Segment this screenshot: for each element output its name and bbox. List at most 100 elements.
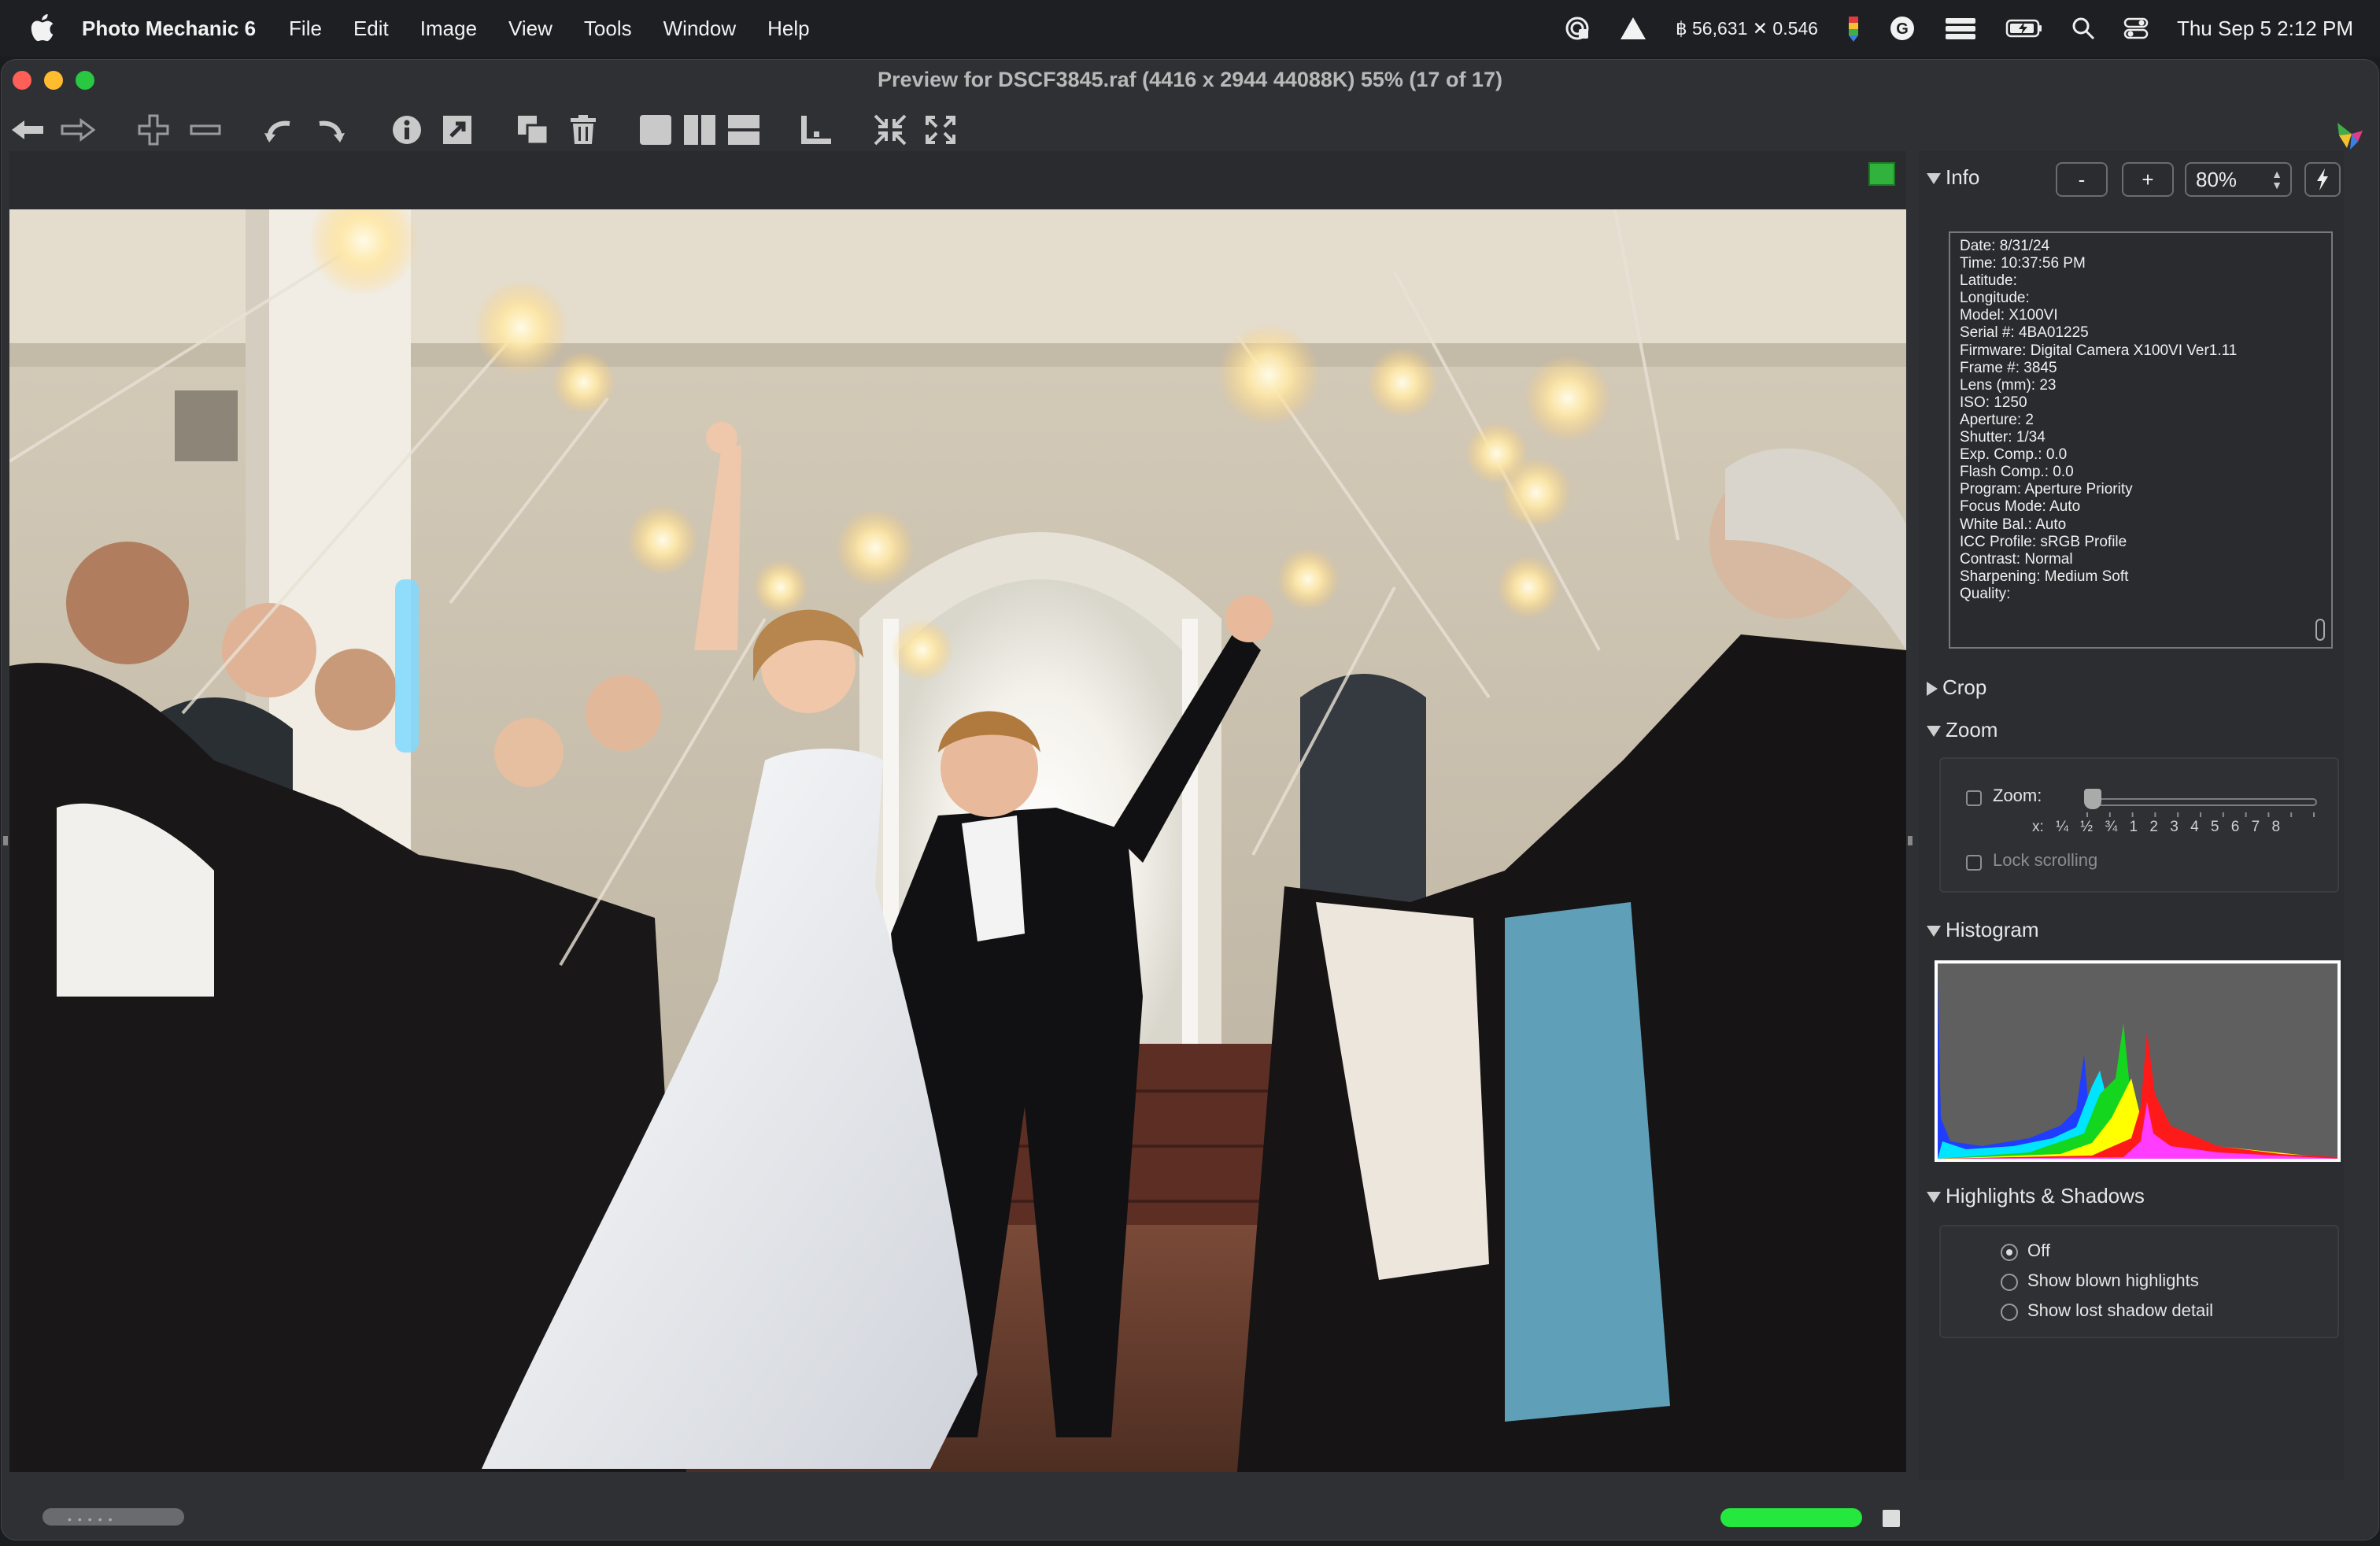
open-external-button[interactable] xyxy=(436,109,479,151)
histogram-section-title: Histogram xyxy=(1946,918,2039,941)
single-view-icon xyxy=(640,115,671,145)
info-button[interactable] xyxy=(386,109,428,151)
info-zoom-in-button[interactable]: + xyxy=(2122,162,2174,197)
rotate-right-button[interactable] xyxy=(309,109,351,151)
zoom-scale-6: 6 xyxy=(2230,819,2240,835)
plus-icon xyxy=(138,114,169,146)
resize-corner[interactable] xyxy=(1883,1510,1900,1527)
highlights-section-title: Highlights & Shadows xyxy=(1946,1184,2145,1208)
zoom-section-header[interactable]: Zoom xyxy=(1927,718,1998,742)
zoom-percent-value: 80% xyxy=(2196,168,2238,191)
apple-icon[interactable] xyxy=(30,14,55,43)
metadata-line: Flash Comp.: 0.0 xyxy=(1960,464,2074,481)
menu-image[interactable]: Image xyxy=(420,17,477,41)
metadata-line: ISO: 1250 xyxy=(1960,394,2027,411)
single-view-button[interactable] xyxy=(634,109,677,151)
window-title: Preview for DSCF3845.raf (4416 x 2944 44… xyxy=(878,68,1502,91)
info-section-header[interactable]: Info xyxy=(1927,165,1979,190)
radio-off[interactable] xyxy=(2001,1244,2018,1261)
zoom-slider-knob[interactable] xyxy=(2084,789,2101,809)
radio-show-lost-shadow-detail[interactable] xyxy=(2001,1304,2018,1321)
trash-icon xyxy=(571,115,596,144)
zoom-percent-select[interactable]: 80% ▲ ▼ xyxy=(2185,162,2292,197)
photo-preview-image[interactable] xyxy=(9,209,1906,1472)
menu-window[interactable]: Window xyxy=(663,17,736,41)
arrow-right-icon xyxy=(61,118,95,142)
previous-photo-button[interactable] xyxy=(6,109,49,151)
drive-stack-icon[interactable] xyxy=(1944,17,1977,40)
color-class-tag[interactable] xyxy=(1868,162,1895,186)
menu-file[interactable]: File xyxy=(289,17,322,41)
radio-show-blown-highlights-label[interactable]: Show blown highlights xyxy=(2027,1270,2199,1291)
lock-scrolling-checkbox[interactable] xyxy=(1966,855,1982,871)
zoom-slider-track[interactable] xyxy=(2084,798,2317,806)
fit-to-window-button[interactable] xyxy=(869,109,911,151)
disclosure-down-icon xyxy=(1927,726,1941,738)
left-splitter-handle[interactable] xyxy=(3,836,8,845)
side-by-side-button[interactable] xyxy=(678,109,721,151)
menubar-clock[interactable]: Thu Sep 5 2:12 PM xyxy=(2177,17,2353,41)
menu-view[interactable]: View xyxy=(508,17,552,41)
metadata-info-box[interactable]: Date: 8/31/24 Time: 10:37:56 PM Latitude: L… xyxy=(1949,231,2333,649)
copy-button[interactable] xyxy=(512,109,554,151)
highlights-section-header[interactable]: Highlights & Shadows xyxy=(1927,1184,2145,1208)
metadata-line: Sharpening: Medium Soft xyxy=(1960,568,2129,585)
crayon-icon[interactable] xyxy=(1846,15,1861,42)
info-scrollbar[interactable] xyxy=(2315,619,2325,641)
zoom-scale-3: 3 xyxy=(2170,819,2179,835)
disclosure-down-icon xyxy=(1927,1192,1941,1204)
shrink-icon xyxy=(874,114,907,146)
zoom-scale-7: 7 xyxy=(2251,819,2260,835)
menu-app-name[interactable]: Photo Mechanic 6 xyxy=(82,17,256,41)
rotate-left-button[interactable] xyxy=(258,109,301,151)
menu-edit[interactable]: Edit xyxy=(353,17,389,41)
info-icon xyxy=(393,116,421,144)
metadata-line: Date: 8/31/24 xyxy=(1960,238,2050,254)
metadata-line: Frame #: 3845 xyxy=(1960,359,2057,376)
search-icon[interactable] xyxy=(2071,17,2095,40)
radio-show-lost-shadow-detail-label[interactable]: Show lost shadow detail xyxy=(2027,1300,2213,1321)
right-splitter-handle[interactable] xyxy=(1908,836,1913,845)
full-screen-button[interactable] xyxy=(919,109,962,151)
radio-show-blown-highlights[interactable] xyxy=(2001,1274,2018,1291)
title-bar[interactable]: Preview for DSCF3845.raf (4416 x 2944 44… xyxy=(2,60,2378,102)
warning-triangle-icon[interactable] xyxy=(1619,16,1647,41)
histogram-plot xyxy=(1938,963,2338,1159)
crop-section-header[interactable]: Crop xyxy=(1927,675,1986,700)
info-zoom-out-button[interactable]: - xyxy=(2056,162,2108,197)
scrollbar-grip: ••••• xyxy=(68,1513,119,1526)
quick-action-button[interactable] xyxy=(2304,162,2341,197)
zoom-scale-quarter: ¼ xyxy=(2056,819,2068,835)
split-horizontal-icon xyxy=(728,115,759,145)
zoom-out-button[interactable] xyxy=(184,109,227,151)
histogram-section-header[interactable]: Histogram xyxy=(1927,918,2038,942)
zoom-checkbox[interactable] xyxy=(1966,790,1982,806)
minus-icon xyxy=(190,124,221,135)
radio-off-label[interactable]: Off xyxy=(2027,1241,2050,1261)
grammarly-icon[interactable]: G xyxy=(1889,15,1916,42)
metadata-line: White Bal.: Auto xyxy=(1960,516,2067,533)
menu-tools[interactable]: Tools xyxy=(584,17,632,41)
stepper-arrows-icon: ▲ ▼ xyxy=(2271,168,2282,191)
metadata-line: Program: Aperture Priority xyxy=(1960,481,2133,498)
next-photo-button[interactable] xyxy=(57,109,99,151)
disclosure-right-icon xyxy=(1927,682,1938,697)
menu-help[interactable]: Help xyxy=(767,17,809,41)
zoom-scale-half: ½ xyxy=(2080,819,2094,835)
arrow-left-icon xyxy=(12,120,43,139)
battery-icon[interactable] xyxy=(2005,18,2043,39)
metadata-line: Aperture: 2 xyxy=(1960,411,2034,428)
touch-id-icon[interactable] xyxy=(1564,15,1591,42)
delete-button[interactable] xyxy=(562,109,604,151)
control-center-icon[interactable] xyxy=(2123,17,2149,40)
zoom-scale-5: 5 xyxy=(2210,819,2219,835)
menu-bar: Photo Mechanic 6 File Edit Image View To… xyxy=(0,0,2380,57)
crop-section-title: Crop xyxy=(1942,675,1987,699)
metadata-line: Shutter: 1/34 xyxy=(1960,429,2046,446)
top-bottom-button[interactable] xyxy=(722,109,765,151)
crop-tool-button[interactable] xyxy=(795,109,837,151)
zoom-scale-prefix: x: xyxy=(2032,819,2044,835)
photo-mechanic-logo-icon xyxy=(2338,123,2363,150)
zoom-in-button[interactable] xyxy=(132,109,175,151)
crypto-ticker[interactable]: ฿ 56,631 ✕ 0.546 xyxy=(1676,18,1818,39)
